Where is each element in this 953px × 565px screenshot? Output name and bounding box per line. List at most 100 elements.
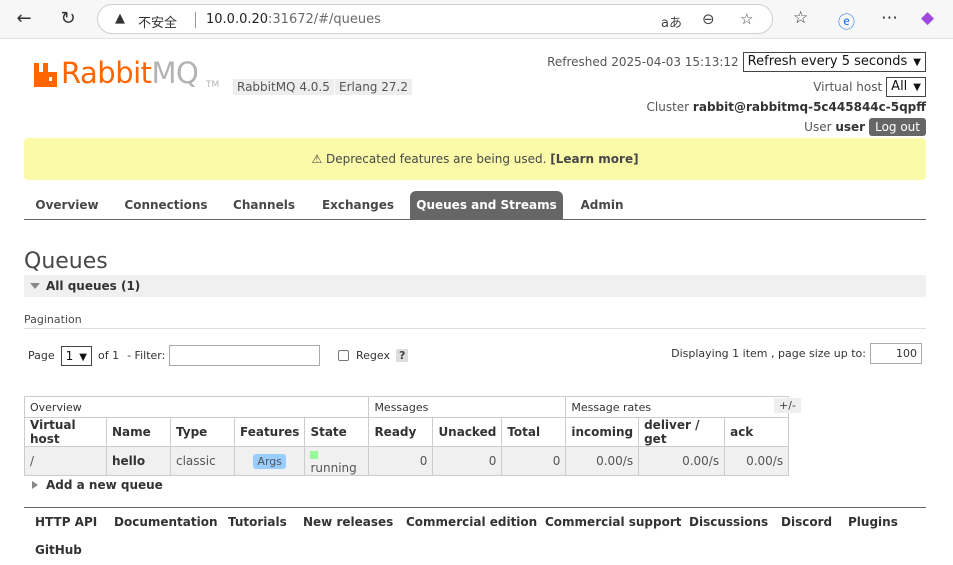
cell-type: classic: [170, 446, 235, 476]
cell-ready: 0: [368, 446, 434, 476]
tab-overview[interactable]: Overview: [24, 191, 110, 219]
vhost-label: Virtual host: [813, 80, 883, 94]
chevron-down-icon: ▼: [913, 57, 921, 68]
footer-link-http-api[interactable]: HTTP API: [35, 515, 97, 529]
footer-link-documentation[interactable]: Documentation: [114, 515, 218, 529]
vhost-row: Virtual host All ▼: [813, 77, 926, 97]
cluster-label: Cluster: [646, 100, 690, 114]
rabbitmq-logo-icon: [34, 63, 57, 87]
footer-link-github[interactable]: GitHub: [35, 543, 82, 557]
of-pages-label: of 1: [97, 349, 120, 362]
footer-link-discussions[interactable]: Discussions: [689, 515, 768, 529]
tab-exchanges[interactable]: Exchanges: [314, 191, 402, 219]
banner-text: ⚠ Deprecated features are being used.: [311, 152, 547, 166]
cell-features: Args: [233, 446, 306, 476]
user-label: User: [804, 120, 832, 134]
column-header[interactable]: Unacked: [432, 417, 503, 447]
user-name: user: [835, 120, 866, 134]
tab-channels[interactable]: Channels: [226, 191, 302, 219]
refreshed-timestamp: Refreshed 2025-04-03 15:13:12: [547, 55, 739, 69]
chevron-down-icon: ▼: [79, 351, 87, 363]
back-arrow-icon[interactable]: ←: [13, 8, 35, 30]
logo-trademark: TM: [206, 80, 220, 90]
column-header[interactable]: Total: [501, 417, 567, 447]
refresh-interval-select[interactable]: Refresh every 5 seconds ▼: [742, 52, 926, 72]
cell-ack: 0.00/s: [724, 446, 790, 476]
column-header[interactable]: Type: [170, 417, 235, 447]
page-size-control: Displaying 1 item , page size up to: 100: [671, 343, 922, 364]
page-label: Page: [28, 349, 55, 362]
more-icon[interactable]: ⋯: [881, 8, 898, 28]
pagination-divider: [24, 328, 926, 329]
url-text[interactable]: 10.0.0.20:31672/#/queues: [206, 12, 381, 27]
cell-total: 0: [501, 446, 567, 476]
args-badge[interactable]: Args: [253, 454, 286, 469]
deprecation-banner: ⚠ Deprecated features are being used. [L…: [24, 138, 926, 180]
page-select[interactable]: 1 ▼: [60, 345, 92, 366]
insecure-label[interactable]: 不安全: [138, 12, 177, 31]
learn-more-link[interactable]: [Learn more]: [550, 152, 638, 166]
running-status-icon: [310, 450, 319, 459]
regex-label: Regex: [356, 349, 390, 362]
footer-link-new-releases[interactable]: New releases: [303, 515, 393, 529]
queues-table: Overview Messages Message rates Virtual …: [23, 396, 790, 476]
group-overview: Overview: [23, 396, 370, 418]
collapse-arrow-icon: [30, 283, 40, 289]
address-separator: [195, 12, 196, 28]
browser-toolbar: ← ↻ ▲ 不安全 10.0.0.20:31672/#/queues aあ ⊖ …: [0, 0, 953, 39]
cell-incoming: 0.00/s: [565, 446, 640, 476]
footer-link-commercial-edition[interactable]: Commercial edition: [406, 515, 537, 529]
add-queue-toggle[interactable]: Add a new queue: [46, 478, 163, 492]
read-aloud-icon[interactable]: aあ: [661, 12, 682, 31]
footer-divider: [24, 507, 926, 508]
displaying-label: Displaying 1 item , page size up to:: [671, 347, 866, 360]
section-title: All queues (1): [46, 279, 141, 293]
vhost-select[interactable]: All ▼: [886, 77, 926, 97]
column-header[interactable]: incoming: [565, 417, 640, 447]
cell-unacked: 0: [432, 446, 503, 476]
footer-link-commercial-support[interactable]: Commercial support: [545, 515, 682, 529]
logout-button[interactable]: Log out: [869, 118, 926, 136]
refresh-row: Refreshed 2025-04-03 15:13:12 Refresh ev…: [547, 52, 926, 72]
warning-triangle-icon[interactable]: ▲: [115, 11, 125, 26]
table-row[interactable]: / hello classic Args running 0 0 0 0.00/…: [24, 446, 790, 476]
column-header[interactable]: Name: [106, 417, 171, 447]
chevron-down-icon: ▼: [913, 82, 921, 93]
edge-icon[interactable]: ⓔ: [838, 8, 855, 33]
all-queues-toggle[interactable]: All queues (1): [24, 275, 926, 297]
group-message-rates: Message rates: [565, 396, 790, 418]
column-header[interactable]: Ready: [368, 417, 434, 447]
zoom-icon[interactable]: ⊖: [702, 10, 715, 28]
cell-state: running: [304, 446, 370, 476]
favorites-icon[interactable]: ☆: [793, 8, 808, 28]
user-info: User user Log out: [804, 118, 926, 136]
column-header[interactable]: deliver / get: [638, 417, 726, 447]
footer-link-discord[interactable]: Discord: [781, 515, 832, 529]
tab-queues-and-streams[interactable]: Queues and Streams: [410, 191, 563, 219]
rabbitmq-version-badge: RabbitMQ 4.0.5: [233, 79, 334, 95]
column-header[interactable]: Virtual host: [24, 417, 107, 447]
page-size-input[interactable]: 100: [870, 343, 922, 364]
expand-arrow-icon: [32, 481, 38, 489]
queue-name-link[interactable]: hello: [106, 446, 171, 476]
state-text: running: [310, 461, 357, 475]
regex-checkbox[interactable]: [338, 350, 349, 361]
filter-input[interactable]: [169, 345, 321, 366]
cell-vhost: /: [24, 446, 107, 476]
reload-icon[interactable]: ↻: [57, 8, 79, 30]
tab-connections[interactable]: Connections: [116, 191, 216, 219]
regex-option: Regex ?: [338, 349, 409, 362]
logo-wordmark: RabbitMQ: [61, 56, 199, 90]
column-toggle-button[interactable]: +/-: [774, 398, 801, 413]
favorite-star-icon[interactable]: ☆: [740, 10, 753, 28]
tab-admin[interactable]: Admin: [573, 191, 631, 219]
filter-label: - Filter:: [127, 349, 166, 362]
erlang-version-badge: Erlang 27.2: [335, 79, 412, 95]
copilot-icon[interactable]: ◆: [921, 8, 934, 28]
footer-link-plugins[interactable]: Plugins: [848, 515, 898, 529]
column-header[interactable]: ack: [724, 417, 790, 447]
footer-link-tutorials[interactable]: Tutorials: [228, 515, 287, 529]
column-header[interactable]: State: [304, 417, 370, 447]
help-icon[interactable]: ?: [395, 349, 409, 362]
address-bar[interactable]: ▲ 不安全 10.0.0.20:31672/#/queues aあ ⊖ ☆: [97, 4, 773, 34]
